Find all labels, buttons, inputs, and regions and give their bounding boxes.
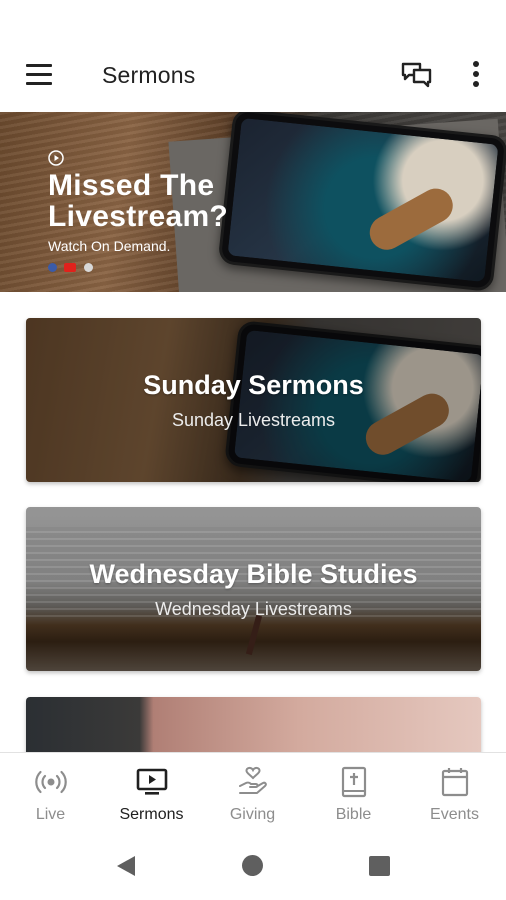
play-circle-icon <box>48 150 64 171</box>
nav-item-giving[interactable]: Giving <box>202 753 303 833</box>
tv-play-icon <box>136 768 168 795</box>
banner-headline: Missed The Livestream? <box>48 169 229 233</box>
card-title: Wednesday Bible Studies <box>89 559 418 589</box>
live-broadcast-icon <box>35 770 67 794</box>
nav-label: Giving <box>229 806 276 823</box>
hand-heart-icon <box>239 766 267 794</box>
card-subtitle: Wednesday Livestreams <box>155 599 352 619</box>
card-subtitle: Sunday Livestreams <box>171 410 336 430</box>
back-icon[interactable] <box>114 854 138 878</box>
bottom-navigation: Live Sermons Giving Bible Events <box>0 752 506 833</box>
nav-item-events[interactable]: Events <box>404 753 505 833</box>
nav-item-sermons[interactable]: Sermons <box>101 753 202 833</box>
more-vert-icon[interactable] <box>466 60 486 90</box>
social-icons <box>48 263 96 273</box>
wednesday-bible-studies-card[interactable]: Wednesday Bible Studies Wednesday Livest… <box>26 507 481 671</box>
bible-icon <box>341 766 367 798</box>
recents-icon[interactable] <box>369 856 390 876</box>
nav-label: Sermons <box>119 806 184 823</box>
banner-subtitle: Watch On Demand. <box>48 238 171 254</box>
livestream-banner[interactable]: Missed The Livestream? Watch On Demand. <box>0 112 506 292</box>
nav-label: Live <box>35 806 66 823</box>
chat-icon[interactable] <box>400 60 434 90</box>
calendar-icon <box>441 768 469 797</box>
app-bar: Sermons <box>0 40 506 110</box>
nav-label: Bible <box>335 806 372 823</box>
card-title: Sunday Sermons <box>143 370 364 400</box>
youtube-icon <box>64 263 77 272</box>
sunday-sermons-card[interactable]: Sunday Sermons Sunday Livestreams <box>26 318 481 482</box>
menu-icon[interactable] <box>26 64 54 86</box>
facebook-icon <box>48 263 57 272</box>
system-navigation <box>0 832 506 900</box>
page-title: Sermons <box>102 62 196 88</box>
phone-image <box>217 112 506 292</box>
nav-item-live[interactable]: Live <box>0 753 101 833</box>
nav-item-bible[interactable]: Bible <box>303 753 404 833</box>
web-icon <box>83 263 93 272</box>
home-icon[interactable] <box>242 855 263 876</box>
nav-label: Events <box>430 806 479 823</box>
